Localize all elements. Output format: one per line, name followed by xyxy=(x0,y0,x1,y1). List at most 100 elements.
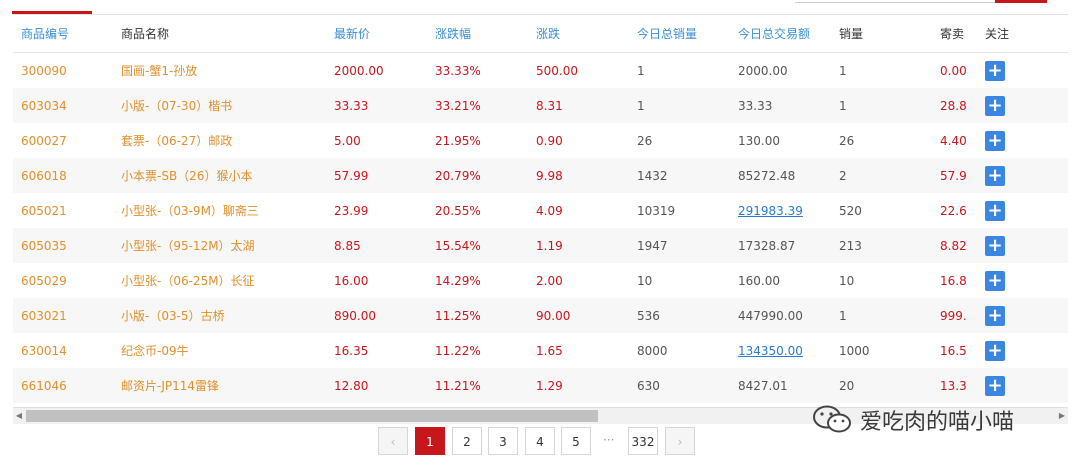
product-code[interactable]: 630014 xyxy=(21,344,67,358)
page-button-last[interactable]: 332 xyxy=(628,427,658,455)
col-header-today-amount[interactable]: 今日总交易额 xyxy=(730,15,831,53)
product-code[interactable]: 300090 xyxy=(21,64,67,78)
product-name[interactable]: 国画-蟹1-孙放 xyxy=(121,64,197,78)
sales-count-cell: 20 xyxy=(831,368,932,403)
sales-count-cell: 1 xyxy=(831,298,932,333)
product-name[interactable]: 小型张-（06-25M）长征 xyxy=(121,274,255,288)
product-code-cell: 300090 xyxy=(13,53,113,89)
prev-page-button[interactable]: ‹ xyxy=(378,427,408,455)
follow-cell: + xyxy=(977,88,1068,123)
today-volume: 26 xyxy=(637,133,653,148)
today-amount[interactable]: 134350.00 xyxy=(738,344,803,358)
col-header-today-volume[interactable]: 今日总销量 xyxy=(629,15,730,53)
scroll-right-icon[interactable]: ▶ xyxy=(1056,408,1068,424)
change-percent-cell: 20.79% xyxy=(427,158,528,193)
col-header-code[interactable]: 商品编号 xyxy=(13,15,113,53)
today-volume: 10319 xyxy=(637,203,676,218)
sales-count-cell: 1 xyxy=(831,88,932,123)
product-name[interactable]: 小本票-SB（26）猴小本 xyxy=(121,169,252,183)
product-code-cell: 630014 xyxy=(13,333,113,368)
page-button-2[interactable]: 2 xyxy=(452,427,482,455)
change-amount: 0.90 xyxy=(536,133,563,148)
product-code[interactable]: 605029 xyxy=(21,274,67,288)
product-code[interactable]: 605021 xyxy=(21,204,67,218)
product-name[interactable]: 小型张-（95-12M）太湖 xyxy=(121,239,255,253)
follow-cell: + xyxy=(977,193,1068,228)
today-amount: 2000.00 xyxy=(738,63,788,78)
product-code[interactable]: 600027 xyxy=(21,134,67,148)
page-button-1[interactable]: 1 xyxy=(415,427,445,455)
sales-count: 1 xyxy=(839,98,847,113)
scrollbar-thumb[interactable] xyxy=(26,410,598,422)
change-percent-cell: 33.33% xyxy=(427,53,528,89)
consign-price-cell: 0.00 xyxy=(932,53,977,89)
product-code[interactable]: 606018 xyxy=(21,169,67,183)
search-input[interactable] xyxy=(795,0,995,3)
follow-button[interactable]: + xyxy=(985,200,1005,221)
follow-button[interactable]: + xyxy=(985,130,1005,151)
follow-button[interactable]: + xyxy=(985,165,1005,186)
next-page-button[interactable]: › xyxy=(665,427,695,455)
consign-price-cell: 57.9 xyxy=(932,158,977,193)
today-volume: 536 xyxy=(637,308,660,323)
change-amount: 9.98 xyxy=(536,168,563,183)
scroll-left-icon[interactable]: ◀ xyxy=(13,408,25,424)
wechat-icon xyxy=(813,405,851,433)
change-amount-cell: 4.09 xyxy=(528,193,629,228)
product-name-cell: 小本票-SB（26）猴小本 xyxy=(113,158,326,193)
col-header-price[interactable]: 最新价 xyxy=(326,15,427,53)
latest-price-cell: 16.35 xyxy=(326,333,427,368)
product-code[interactable]: 603034 xyxy=(21,99,67,113)
table-row: 600027 套票-（06-27）邮政 5.00 21.95% 0.90 26 130.00… xyxy=(13,123,1068,158)
product-name[interactable]: 小版-（07-30）楷书 xyxy=(121,99,232,113)
latest-price-cell: 8.85 xyxy=(326,228,427,263)
sales-count: 20 xyxy=(839,378,855,393)
latest-price: 16.00 xyxy=(334,273,369,288)
follow-button[interactable]: + xyxy=(985,235,1005,256)
search-button[interactable] xyxy=(995,0,1047,3)
follow-button[interactable]: + xyxy=(985,95,1005,116)
latest-price-cell: 12.80 xyxy=(326,368,427,403)
change-amount: 500.00 xyxy=(536,63,578,78)
product-code[interactable]: 605035 xyxy=(21,239,67,253)
follow-cell: + xyxy=(977,368,1068,403)
top-bar xyxy=(0,0,1080,14)
product-name[interactable]: 小型张-（03-9M）聊斋三 xyxy=(121,204,259,218)
sales-count: 1000 xyxy=(839,343,870,358)
page-button-3[interactable]: 3 xyxy=(488,427,518,455)
product-code[interactable]: 603021 xyxy=(21,309,67,323)
today-volume-cell: 1947 xyxy=(629,228,730,263)
follow-button[interactable]: + xyxy=(985,375,1005,396)
market-table: 商品编号 商品名称 最新价 涨跌幅 涨跌 今日总销量 今日总交易额 销量 寄卖 … xyxy=(13,15,1068,403)
latest-price-cell: 5.00 xyxy=(326,123,427,158)
sales-count: 1 xyxy=(839,308,847,323)
col-header-change-pct[interactable]: 涨跌幅 xyxy=(427,15,528,53)
product-name[interactable]: 套票-（06-27）邮政 xyxy=(121,134,232,148)
watermark-text: 爱吃肉的喵小喵 xyxy=(860,410,1015,435)
consign-price-cell: 22.6 xyxy=(932,193,977,228)
page-button-4[interactable]: 4 xyxy=(525,427,555,455)
product-name[interactable]: 邮资片-JP114雷锋 xyxy=(121,379,219,393)
consign-price-cell: 28.8 xyxy=(932,88,977,123)
product-name-cell: 小型张-（03-9M）聊斋三 xyxy=(113,193,326,228)
today-amount[interactable]: 291983.39 xyxy=(738,204,803,218)
consign-price: 999. xyxy=(940,308,967,323)
follow-button[interactable]: + xyxy=(985,270,1005,291)
product-name[interactable]: 纪念币-09牛 xyxy=(121,344,189,358)
change-percent-cell: 11.25% xyxy=(427,298,528,333)
product-code-cell: 603034 xyxy=(13,88,113,123)
market-table-container: 商品编号 商品名称 最新价 涨跌幅 涨跌 今日总销量 今日总交易额 销量 寄卖 … xyxy=(13,14,1068,408)
page-button-5[interactable]: 5 xyxy=(561,427,591,455)
col-header-change[interactable]: 涨跌 xyxy=(528,15,629,53)
table-row: 300090 国画-蟹1-孙放 2000.00 33.33% 500.00 1 2000.0… xyxy=(13,53,1068,89)
follow-button[interactable]: + xyxy=(985,305,1005,326)
sales-count-cell: 1 xyxy=(831,53,932,89)
product-name[interactable]: 小版-（03-5）古桥 xyxy=(121,309,225,323)
follow-cell: + xyxy=(977,228,1068,263)
sales-count-cell: 520 xyxy=(831,193,932,228)
follow-button[interactable]: + xyxy=(985,340,1005,361)
today-amount-cell: 160.00 xyxy=(730,263,831,298)
product-code[interactable]: 661046 xyxy=(21,379,67,393)
consign-price-cell: 4.40 xyxy=(932,123,977,158)
follow-button[interactable]: + xyxy=(985,60,1005,81)
